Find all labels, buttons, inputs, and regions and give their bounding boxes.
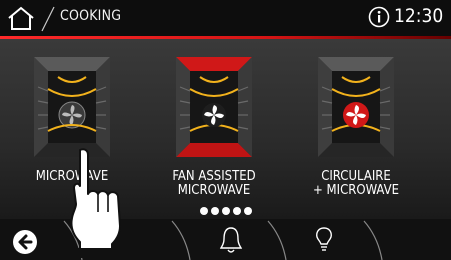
microwave-oven-icon — [34, 57, 110, 157]
back-icon[interactable] — [12, 229, 38, 255]
label-line: CIRCULAIRE — [321, 169, 391, 184]
page-dot[interactable] — [222, 207, 230, 215]
page-title: COOKING — [60, 8, 122, 24]
pagination-dots — [200, 207, 252, 215]
page-dot[interactable] — [200, 207, 208, 215]
fan-oven-icon — [176, 57, 252, 157]
label-line: + MICROWAVE — [313, 183, 399, 198]
info-icon[interactable] — [368, 6, 390, 28]
mode-fan-assisted-microwave-label: FAN ASSISTED MICROWAVE — [149, 170, 279, 198]
home-icon[interactable] — [6, 5, 36, 31]
page-dot[interactable] — [244, 207, 252, 215]
mode-circulaire-microwave-label: CIRCULAIRE + MICROWAVE — [291, 170, 421, 198]
label-line: FAN ASSISTED — [172, 169, 256, 184]
hand-pointer-icon — [70, 148, 121, 258]
page-dot[interactable] — [233, 207, 241, 215]
mode-circulaire-microwave-button[interactable] — [318, 57, 394, 157]
mode-microwave-button[interactable] — [34, 57, 110, 157]
bell-icon[interactable] — [219, 225, 243, 255]
clock-time: 12:30 — [394, 5, 444, 27]
circulaire-oven-icon — [318, 57, 394, 157]
mode-fan-assisted-microwave-button[interactable] — [176, 57, 252, 157]
breadcrumb-slash-icon — [41, 6, 55, 32]
page-dot[interactable] — [211, 207, 219, 215]
header-bar: COOKING 12:30 — [0, 0, 451, 36]
label-line: MICROWAVE — [177, 183, 251, 198]
bulb-icon[interactable] — [314, 225, 334, 255]
